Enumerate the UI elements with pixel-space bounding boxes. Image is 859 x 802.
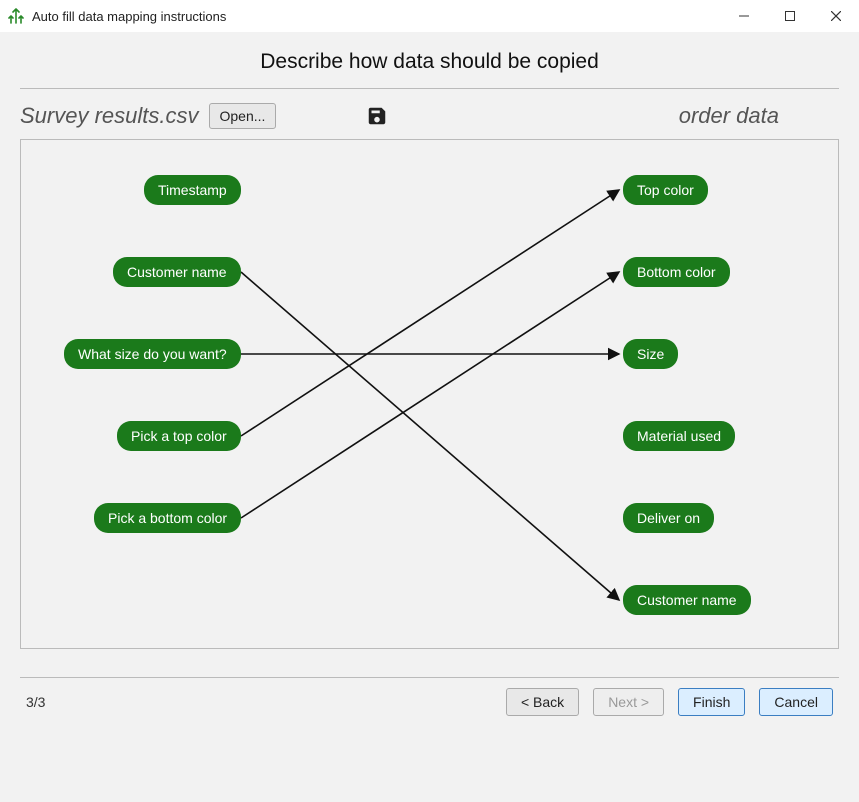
connection-lines: [21, 140, 838, 648]
source-filename: Survey results.csv: [20, 103, 199, 129]
mapping-canvas[interactable]: Timestamp Customer name What size do you w…: [20, 139, 839, 649]
source-field-pick_top[interactable]: Pick a top color: [117, 421, 241, 451]
target-field-top_color[interactable]: Top color: [623, 175, 708, 205]
open-button[interactable]: Open...: [209, 103, 277, 129]
back-button[interactable]: < Back: [506, 688, 579, 716]
target-field-material_used[interactable]: Material used: [623, 421, 735, 451]
source-field-customer_name[interactable]: Customer name: [113, 257, 241, 287]
app-icon: [8, 8, 24, 24]
connection-line: [241, 272, 619, 518]
source-target-row: Survey results.csv Open... order data: [16, 89, 843, 139]
source-field-pick_bottom[interactable]: Pick a bottom color: [94, 503, 241, 533]
titlebar: Auto fill data mapping instructions: [0, 0, 859, 32]
window-title: Auto fill data mapping instructions: [32, 9, 721, 24]
target-name: order data: [679, 103, 779, 129]
target-field-bottom_color[interactable]: Bottom color: [623, 257, 730, 287]
close-button[interactable]: [813, 0, 859, 32]
cancel-button[interactable]: Cancel: [759, 688, 833, 716]
source-field-timestamp[interactable]: Timestamp: [144, 175, 241, 205]
next-button: Next >: [593, 688, 664, 716]
page-indicator: 3/3: [26, 694, 45, 710]
content-area: Describe how data should be copied Surve…: [0, 32, 859, 802]
window-controls: [721, 0, 859, 32]
source-field-what_size[interactable]: What size do you want?: [64, 339, 241, 369]
minimize-button[interactable]: [721, 0, 767, 32]
connection-line: [241, 272, 619, 600]
maximize-button[interactable]: [767, 0, 813, 32]
target-field-tgt_customer_name[interactable]: Customer name: [623, 585, 751, 615]
target-field-size[interactable]: Size: [623, 339, 678, 369]
footer: 3/3 < Back Next > Finish Cancel: [20, 677, 839, 716]
target-field-deliver_on[interactable]: Deliver on: [623, 503, 714, 533]
connection-line: [241, 190, 619, 436]
save-icon[interactable]: [366, 105, 388, 127]
page-heading: Describe how data should be copied: [16, 32, 843, 88]
finish-button[interactable]: Finish: [678, 688, 745, 716]
